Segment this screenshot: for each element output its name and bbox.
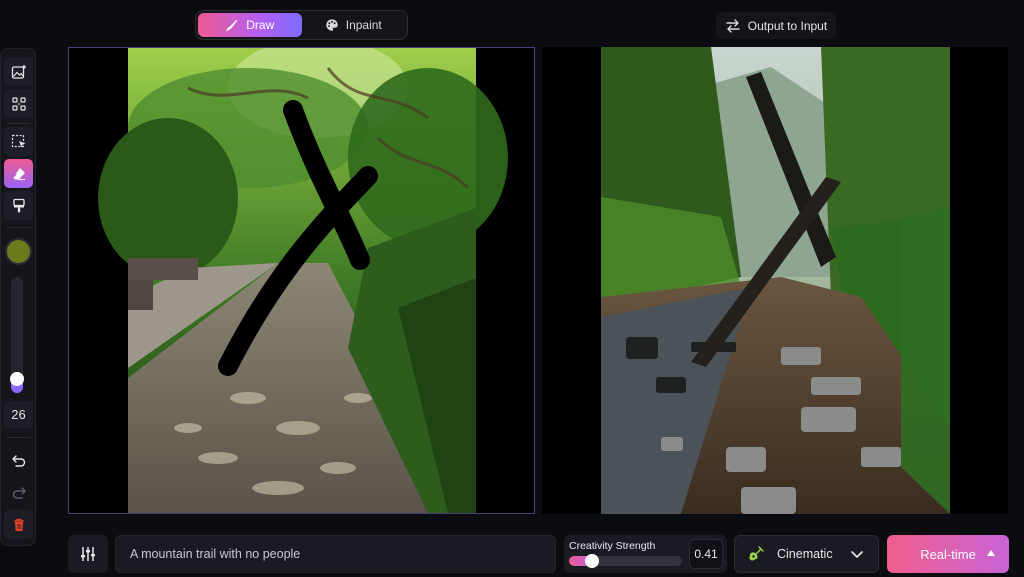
eraser-icon <box>12 167 25 180</box>
toolbar-divider <box>7 227 31 228</box>
toolbar-divider <box>7 437 31 438</box>
input-canvas[interactable] <box>68 47 535 514</box>
output-to-input-label: Output to Input <box>747 18 828 33</box>
undo-button[interactable] <box>4 446 33 475</box>
paint-brush-icon <box>12 198 25 212</box>
style-select-label: Cinematic <box>777 547 833 561</box>
brush-size-thumb[interactable] <box>10 372 24 387</box>
select-tool[interactable] <box>4 127 33 156</box>
creativity-strength-label: Creativity Strength <box>569 540 656 552</box>
realtime-label: Real-time <box>920 546 976 562</box>
realtime-generate-button[interactable]: Real-time <box>887 535 1009 573</box>
palette-icon <box>326 19 338 31</box>
output-image <box>542 47 1008 514</box>
style-select[interactable]: Cinematic <box>734 535 879 573</box>
prompt-input[interactable] <box>115 535 556 573</box>
scan-tool[interactable] <box>4 89 33 118</box>
select-cursor-icon <box>11 134 25 147</box>
undo-icon <box>11 454 25 467</box>
inpaint-mode-button[interactable]: Inpaint <box>302 13 406 37</box>
draw-mode-button[interactable]: Draw <box>198 13 302 37</box>
output-photo <box>542 47 1008 514</box>
mode-toggle: Draw Inpaint <box>195 10 408 40</box>
trash-icon <box>13 518 24 531</box>
swap-arrows-icon <box>726 18 740 33</box>
inpaint-mode-label: Inpaint <box>345 18 382 32</box>
brush-stroke-icon <box>226 19 238 32</box>
delete-button[interactable] <box>4 510 33 539</box>
caret-up-icon[interactable] <box>987 550 995 556</box>
input-photo <box>69 48 534 513</box>
output-to-input-button[interactable]: Output to Input <box>716 12 836 39</box>
settings-button[interactable] <box>68 535 108 573</box>
redo-icon <box>12 486 26 499</box>
guitar-icon <box>749 546 764 561</box>
add-image-tool[interactable] <box>4 57 33 86</box>
scan-icon <box>11 96 26 111</box>
creativity-slider-thumb[interactable] <box>584 554 599 568</box>
draw-mode-label: Draw <box>246 18 275 32</box>
sliders-icon <box>81 547 95 561</box>
creativity-strength-control: Creativity Strength 0.41 <box>564 535 727 573</box>
brush-tool[interactable] <box>4 191 33 220</box>
redo-button[interactable] <box>4 478 33 507</box>
eraser-tool[interactable] <box>4 159 33 188</box>
brush-size-value: 26 <box>4 401 33 428</box>
tool-sidebar: 26 <box>0 48 36 546</box>
brush-color-swatch[interactable] <box>5 238 32 265</box>
toolbar-divider <box>7 123 31 124</box>
brush-size-slider[interactable] <box>10 277 24 393</box>
chevron-down-icon <box>851 551 863 558</box>
image-plus-icon <box>11 64 26 79</box>
creativity-strength-slider[interactable] <box>569 554 682 568</box>
creativity-strength-value[interactable]: 0.41 <box>689 539 723 569</box>
